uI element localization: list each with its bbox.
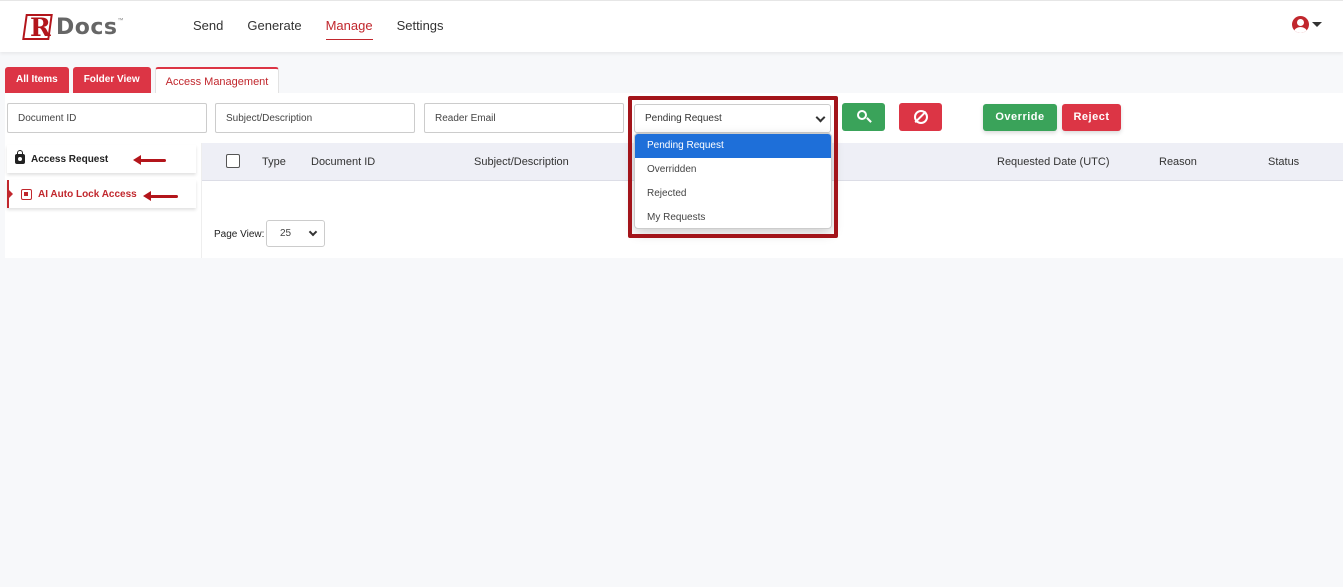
- page-size-select[interactable]: 25: [266, 220, 325, 247]
- nav-generate[interactable]: Generate: [247, 18, 301, 40]
- tab-folder-view[interactable]: Folder View: [72, 67, 151, 93]
- user-menu[interactable]: [1292, 16, 1322, 33]
- page-size-value: 25: [280, 228, 292, 239]
- annotation-highlight-box: [628, 96, 838, 238]
- reader-email-input[interactable]: [424, 103, 624, 133]
- annotation-arrow-icon: [133, 155, 166, 165]
- chevron-down-icon: [308, 227, 318, 237]
- column-type[interactable]: Type: [262, 156, 286, 168]
- logo-trademark: ™: [117, 18, 124, 24]
- main-nav: Send Generate Manage Settings: [193, 18, 444, 40]
- column-document-id[interactable]: Document ID: [311, 156, 375, 168]
- document-id-input[interactable]: [7, 103, 207, 133]
- nav-send[interactable]: Send: [193, 18, 223, 40]
- override-button[interactable]: Override: [983, 104, 1057, 131]
- user-avatar-icon: [1292, 16, 1309, 33]
- side-item-ai-auto-lock[interactable]: AI Auto Lock Access: [7, 180, 196, 208]
- logo-mark: R: [22, 12, 54, 42]
- column-status[interactable]: Status: [1268, 156, 1299, 168]
- search-button[interactable]: [842, 103, 885, 131]
- annotation-arrow-icon: [143, 191, 178, 201]
- clear-filter-button[interactable]: [899, 103, 942, 131]
- side-item-label: Access Request: [31, 153, 109, 165]
- view-tabs: All Items Folder View Access Management: [5, 67, 280, 94]
- nav-settings[interactable]: Settings: [397, 18, 444, 40]
- column-requested-date[interactable]: Requested Date (UTC): [997, 156, 1110, 168]
- logo-text: Docs: [56, 14, 118, 40]
- caret-down-icon: [1312, 22, 1322, 27]
- subject-input[interactable]: [215, 103, 415, 133]
- column-reason[interactable]: Reason: [1159, 156, 1197, 168]
- rdocs-logo[interactable]: R Docs ™: [22, 12, 124, 42]
- column-subject[interactable]: Subject/Description: [474, 156, 569, 168]
- nav-manage[interactable]: Manage: [325, 18, 373, 40]
- tab-access-management[interactable]: Access Management: [154, 67, 280, 94]
- page-view-label: Page View:: [214, 229, 265, 240]
- tab-all-items[interactable]: All Items: [5, 67, 69, 93]
- select-all-checkbox[interactable]: [226, 154, 240, 168]
- side-item-label: AI Auto Lock Access: [38, 188, 137, 200]
- reject-button[interactable]: Reject: [1062, 104, 1121, 131]
- side-item-access-request[interactable]: Access Request: [7, 145, 196, 173]
- top-navbar: R Docs ™ Send Generate Manage Settings: [0, 0, 1343, 52]
- ai-icon: [21, 188, 32, 200]
- lock-icon: [15, 150, 25, 164]
